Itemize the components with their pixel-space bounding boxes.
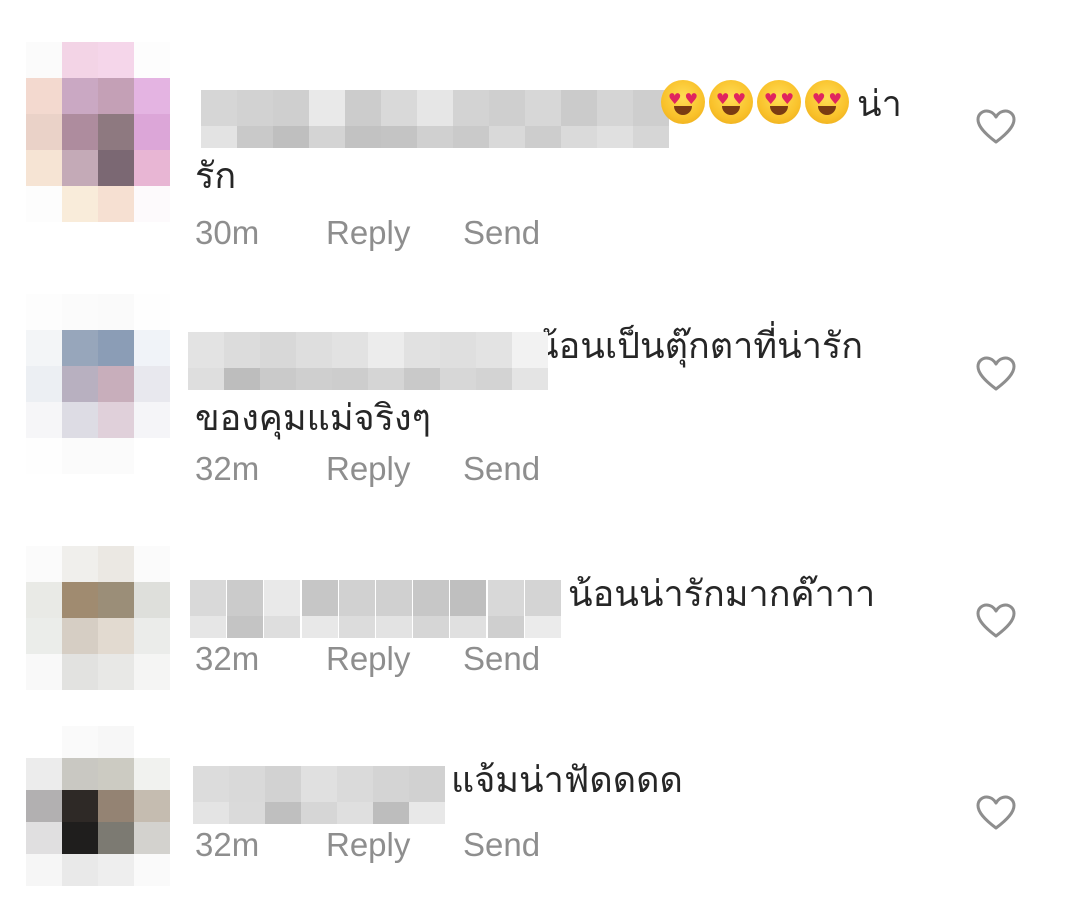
username-blurred[interactable] [190, 580, 562, 638]
heart-outline-icon[interactable] [976, 356, 1016, 392]
comment-text: น้อนน่ารักมากค๊าาา [568, 574, 876, 615]
comment-meta: 32m Reply Send [195, 640, 915, 678]
reply-button[interactable]: Reply [326, 214, 463, 252]
comment-time: 32m [195, 826, 260, 863]
send-button[interactable]: Send [463, 214, 540, 252]
heart-eyes-emoji-icon: ♥ ♥ [757, 80, 801, 124]
comment-time: 30m [195, 214, 260, 251]
emoji-group: ♥ ♥ ♥ ♥ ♥ ♥ ♥ ♥ [661, 80, 853, 142]
avatar[interactable] [26, 546, 170, 690]
heart-outline-icon[interactable] [976, 109, 1016, 145]
reply-button[interactable]: Reply [326, 826, 463, 864]
heart-outline-icon[interactable] [976, 603, 1016, 639]
comment-meta: 32m Reply Send [195, 450, 915, 488]
reply-button[interactable]: Reply [326, 450, 463, 488]
username-blurred[interactable] [201, 90, 669, 148]
avatar[interactable] [26, 294, 170, 474]
comment-time: 32m [195, 640, 260, 677]
username-blurred[interactable] [193, 766, 445, 824]
send-button[interactable]: Send [463, 826, 540, 864]
send-button[interactable]: Send [463, 450, 540, 488]
comment-text: แจ้มน่าฟัดดดด [451, 760, 683, 801]
avatar[interactable] [26, 726, 170, 886]
send-button[interactable]: Send [463, 640, 540, 678]
reply-button[interactable]: Reply [326, 640, 463, 678]
heart-eyes-emoji-icon: ♥ ♥ [661, 80, 705, 124]
comment-meta: 30m Reply Send [195, 214, 915, 252]
heart-eyes-emoji-icon: ♥ ♥ [805, 80, 849, 124]
heart-eyes-emoji-icon: ♥ ♥ [709, 80, 753, 124]
comment-meta: 32m Reply Send [195, 826, 915, 864]
username-blurred[interactable] [188, 332, 548, 390]
avatar[interactable] [26, 42, 170, 222]
heart-outline-icon[interactable] [976, 795, 1016, 831]
comment-time: 32m [195, 450, 260, 487]
